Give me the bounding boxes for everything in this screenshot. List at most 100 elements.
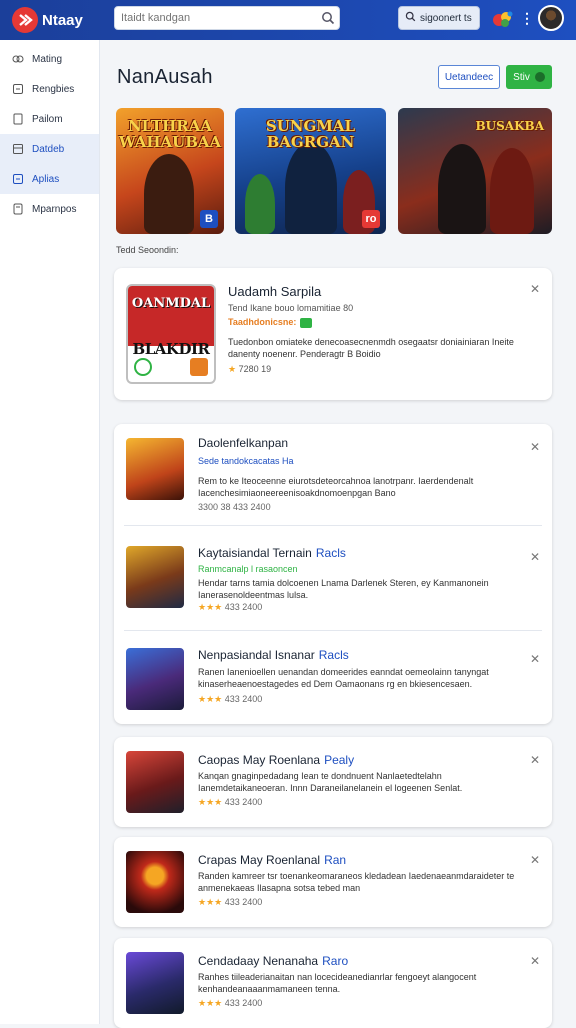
sidebar-item-datdeb[interactable]: Datdeb — [0, 134, 99, 164]
app-description: Kanqan gnaginpedadang Iean te dondnuent … — [198, 771, 463, 793]
search-input[interactable] — [121, 12, 317, 24]
character-silhouette — [438, 144, 486, 234]
thumb-wordmark: BLAKDIR — [132, 340, 210, 358]
sidebar-item-mating[interactable]: Mating — [0, 44, 99, 74]
more-menu-icon[interactable]: ⋮ — [520, 10, 534, 27]
green-button[interactable]: Stiv — [506, 65, 552, 89]
sidebar-item-label: Mating — [32, 53, 63, 65]
app-rating: ★★★ 433 2400 — [198, 897, 262, 908]
sidebar-item-rengbies[interactable]: Rengbies — [0, 74, 99, 104]
toggle-icon — [534, 72, 545, 82]
app-name[interactable]: Kaytaisiandal Ternain Racls — [198, 546, 346, 560]
sidebar-item-pailom[interactable]: Pailom — [0, 104, 99, 134]
list-item[interactable]: Caopas May Roenlana Pealy Kanqan gnaginpe… — [114, 747, 552, 827]
app-name[interactable]: Crapas May Roenlanal Ran — [198, 853, 346, 867]
banner-1[interactable]: NLTHRAA WAHAUBAA B — [116, 108, 224, 234]
app-badge: Pealy — [324, 753, 355, 767]
app-rating: ★★★ 433 2400 — [198, 998, 262, 1009]
list-item[interactable]: Nenpasiandal Isnanar Racls Ranen Ianenioe… — [114, 642, 552, 722]
app-name[interactable]: Daolenfelkanpan — [198, 436, 288, 450]
list-item[interactable]: Kaytaisiandal Ternain Racls Ranmcanalp l … — [114, 540, 552, 630]
section-label: Tedd Seoondin: — [116, 245, 179, 255]
featured-card[interactable]: OANMDAL BLAKDIR Uadamh Sarpila Tend Ikan… — [114, 268, 552, 400]
app-rating-value: 433 2400 — [224, 998, 263, 1008]
app-name-text: Caopas May Roenlana — [198, 753, 321, 767]
star-rating-icon: ★★★ — [198, 694, 225, 704]
banner-title: NLTHRAA WAHAUBAA — [118, 117, 222, 151]
app-name-text: Nenpasiandal Isnanar — [198, 648, 315, 662]
banner-badge: B — [200, 210, 218, 228]
star-rating-icon: ★★★ — [198, 602, 225, 612]
app-name-text: Daolenfelkanpan — [198, 436, 289, 450]
app-name[interactable]: Caopas May Roenlana Pealy — [198, 753, 354, 767]
outline-button[interactable]: Uetandeec — [438, 65, 500, 89]
app-list-card: Cendadaay Nenanaha Raro Ranhes tiileaderi… — [114, 938, 552, 1028]
featured-rating-value: 7280 19 — [238, 364, 272, 374]
list-item[interactable]: Daolenfelkanpan Sede tandokcacatas Ha Re… — [114, 434, 552, 524]
search-icon[interactable] — [317, 7, 339, 29]
thumb-title: OANMDAL — [131, 296, 211, 311]
divider — [124, 630, 542, 631]
check-circle-icon — [134, 358, 152, 376]
app-icon — [12, 173, 24, 185]
app-name-text: Kaytaisiandal Ternain — [198, 546, 312, 560]
app-meta: Ranmcanalp l rasaoncen — [198, 564, 298, 574]
notification-icon[interactable] — [490, 7, 516, 31]
close-icon[interactable]: ✕ — [530, 853, 540, 867]
app-description: Ranhes tiileaderianaitan nan locecideane… — [198, 972, 477, 994]
character-silhouette — [490, 148, 534, 234]
featured-thumbnail: OANMDAL BLAKDIR — [126, 284, 216, 384]
close-icon[interactable]: ✕ — [530, 282, 540, 296]
top-search-button[interactable]: sigoonert ts — [398, 6, 480, 30]
divider — [124, 525, 542, 526]
featured-name[interactable]: Uadamh Sarpila — [228, 284, 321, 299]
thumb-background — [128, 286, 214, 346]
box-icon — [12, 83, 24, 95]
sidebar-item-label: Pailom — [32, 113, 63, 125]
app-name[interactable]: Nenpasiandal Isnanar Racls — [198, 648, 349, 662]
close-icon[interactable]: ✕ — [530, 652, 540, 666]
app-name: Ntaay — [42, 11, 83, 29]
sidebar-item-aplias[interactable]: Aplias — [0, 164, 99, 194]
sidebar-item-mparnpos[interactable]: Mparnpos — [0, 194, 99, 224]
logo-icon — [12, 7, 38, 33]
list-item[interactable]: Crapas May Roenlanal Ran Randen kamreer t… — [114, 847, 552, 927]
verified-icon — [300, 317, 313, 328]
list-item[interactable]: Cendadaay Nenanaha Raro Ranhes tiileaderi… — [114, 948, 552, 1028]
app-rating: 3300 38 433 2400 — [198, 502, 271, 512]
app-rating: ★★★ 433 2400 — [198, 797, 262, 808]
featured-meta: Tend Ikane bouo lomamitiae 80 — [228, 303, 354, 313]
banner-2[interactable]: SUNGMAL BAGRGAN ro — [235, 108, 386, 234]
banner-title: SUNGMAL BAGRGAN — [265, 117, 356, 151]
app-rating-value: 433 2400 — [224, 694, 263, 704]
app-thumbnail — [126, 851, 184, 913]
app-thumbnail — [126, 546, 184, 608]
link-icon — [12, 53, 24, 65]
close-icon[interactable]: ✕ — [530, 550, 540, 564]
sidebar-item-label: Datdeb — [32, 143, 65, 155]
grid-icon — [12, 143, 24, 155]
close-icon[interactable]: ✕ — [530, 440, 540, 454]
close-icon[interactable]: ✕ — [530, 753, 540, 767]
app-thumbnail — [126, 751, 184, 813]
banner-3[interactable]: BUSAKBA — [398, 108, 552, 234]
avatar[interactable] — [538, 5, 564, 31]
app-description: Hendar tarns tamia dolcoenen Lnama Darle… — [198, 578, 489, 600]
app-badge: Ran — [324, 853, 347, 867]
app-list-card: Caopas May Roenlana Pealy Kanqan gnaginpe… — [114, 737, 552, 827]
app-rating: ★★★ 433 2400 — [198, 694, 262, 705]
green-button-label: Stiv — [513, 71, 530, 83]
app-list-card: Crapas May Roenlanal Ran Randen kamreer t… — [114, 837, 552, 927]
banner-badge: ro — [362, 210, 380, 228]
flag-icon — [190, 358, 208, 376]
app-meta: Sede tandokcacatas Ha — [198, 456, 294, 466]
app-badge: Raro — [322, 954, 349, 968]
app-logo[interactable]: Ntaay — [12, 7, 83, 33]
character-silhouette — [144, 154, 194, 234]
app-name[interactable]: Cendadaay Nenanaha Raro — [198, 954, 348, 968]
page-title: NanAusah — [117, 66, 213, 88]
search-box[interactable] — [114, 6, 340, 30]
close-icon[interactable]: ✕ — [530, 954, 540, 968]
app-description: Rem to ke Iteoceenne eiurotsdeteorcahnoa… — [198, 476, 474, 498]
sidebar-item-label: Mparnpos — [32, 203, 77, 215]
